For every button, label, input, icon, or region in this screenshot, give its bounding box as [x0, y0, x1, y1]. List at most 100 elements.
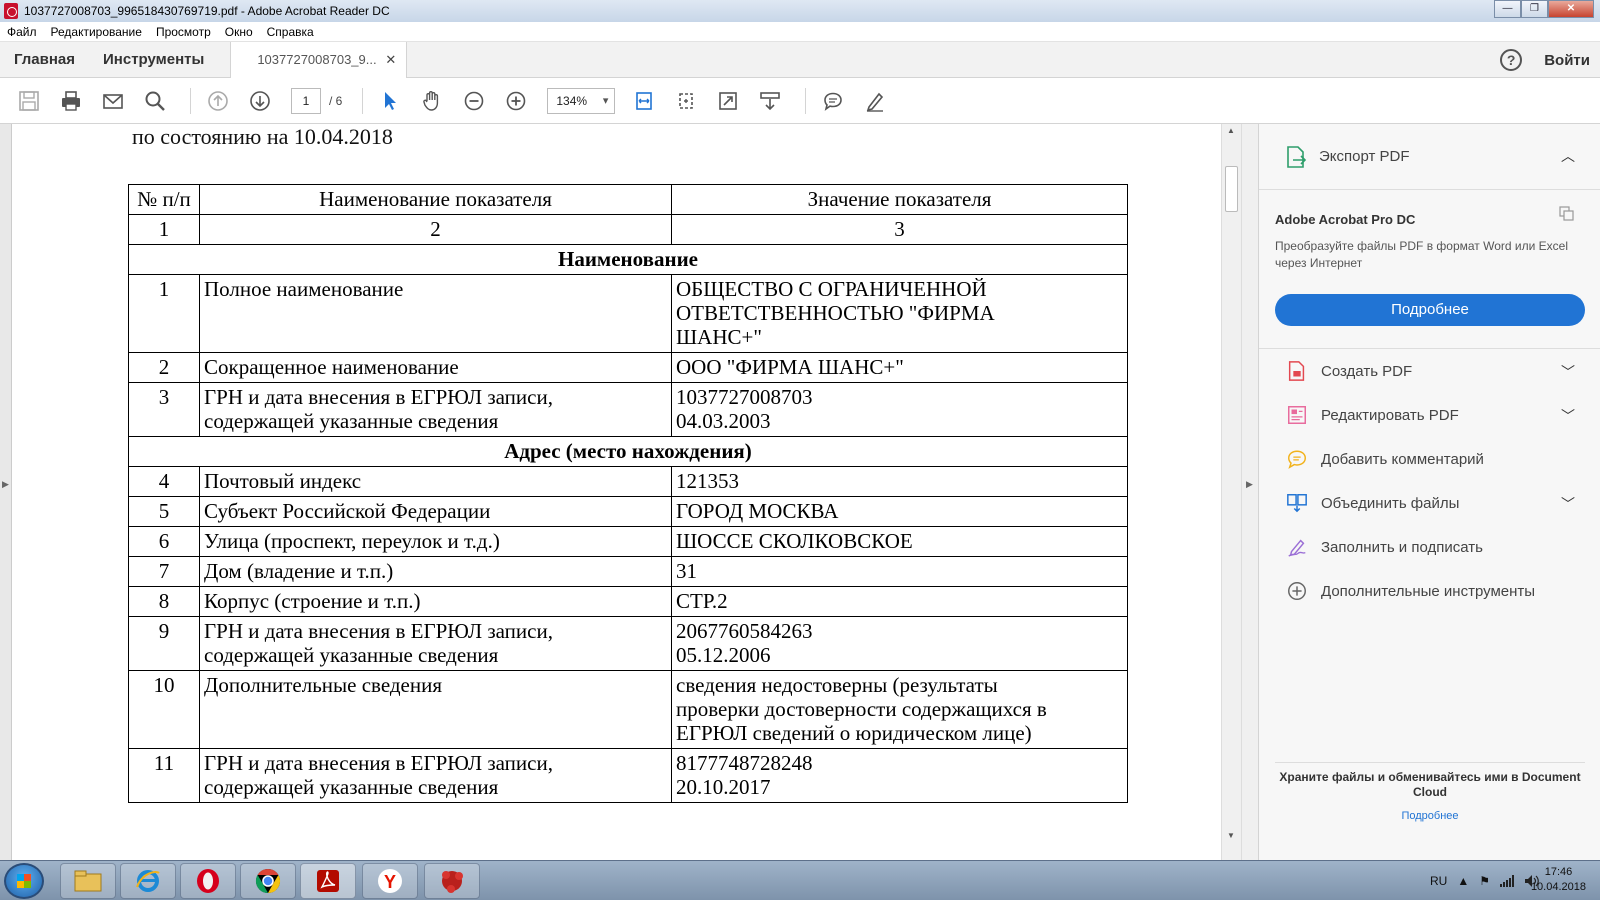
draw-sign-icon[interactable] [858, 84, 892, 118]
learn-more-button[interactable]: Подробнее [1275, 294, 1585, 326]
comment-icon [1285, 447, 1309, 471]
next-page-icon[interactable] [243, 84, 277, 118]
opera-icon[interactable] [180, 863, 236, 899]
title-bar: 1037727008703_996518430769719.pdf - Adob… [0, 0, 1600, 22]
export-pdf-label: Экспорт PDF [1319, 148, 1410, 165]
rotate-view-icon[interactable] [669, 84, 703, 118]
zoom-out-icon[interactable] [457, 84, 491, 118]
tool-add-comment[interactable]: Добавить комментарий [1259, 437, 1600, 481]
table-row: 2 Сокращенное наименование ООО "ФИРМА ША… [128, 352, 1128, 383]
language-indicator[interactable]: RU [1430, 874, 1447, 888]
tray-overflow-icon[interactable]: ▲ [1457, 874, 1469, 888]
signin-button[interactable]: Войти [1544, 52, 1590, 69]
yandex-browser-icon[interactable]: Y [362, 863, 418, 899]
more-tools-icon [1285, 579, 1309, 603]
header-value: Значение показателя [671, 184, 1128, 215]
network-signal-icon[interactable] [1500, 875, 1514, 887]
tool-edit-pdf[interactable]: Редактировать PDF ﹀ [1259, 393, 1600, 437]
scroll-down-icon[interactable]: ▼ [1227, 831, 1235, 840]
close-tab-icon[interactable]: ✕ [385, 52, 396, 68]
print-icon[interactable] [54, 84, 88, 118]
save-icon[interactable] [12, 84, 46, 118]
start-button[interactable] [4, 863, 44, 899]
row-value: ООО "ФИРМА ШАНС+" [671, 352, 1128, 383]
row-num: 2 [128, 352, 200, 383]
header-num: № п/п [128, 184, 200, 215]
row-num: 4 [128, 466, 200, 497]
tool-combine-files[interactable]: Объединить файлы ﹀ [1259, 481, 1600, 525]
previous-page-icon[interactable] [201, 84, 235, 118]
document-view[interactable]: ▶ по состоянию на 10.04.2018 № п/п Наиме… [0, 124, 1258, 860]
tab-home[interactable]: Главная [0, 51, 89, 68]
index-num: 1 [128, 214, 200, 245]
action-center-flag-icon[interactable]: ⚑ [1479, 874, 1490, 888]
chrome-icon[interactable] [240, 863, 296, 899]
export-pdf-icon [1287, 145, 1307, 168]
acrobat-reader-icon[interactable] [300, 863, 356, 899]
row-value: сведения недостоверны (результаты провер… [671, 670, 1128, 749]
scroll-up-icon[interactable]: ▲ [1227, 126, 1235, 135]
tool-label: Заполнить и подписать [1321, 538, 1483, 556]
row-value: 1037727008703 04.03.2003 [671, 382, 1128, 437]
row-name: Дом (владение и т.п.) [199, 556, 672, 587]
row-num: 1 [128, 274, 200, 353]
system-clock[interactable]: 17:46 10.04.2018 [1531, 865, 1586, 895]
email-icon[interactable] [96, 84, 130, 118]
full-screen-icon[interactable] [711, 84, 745, 118]
edit-pdf-icon [1285, 403, 1309, 427]
minimize-button[interactable]: — [1494, 0, 1521, 18]
copy-icon[interactable] [1559, 206, 1575, 222]
hand-tool-icon[interactable] [415, 84, 449, 118]
menu-file[interactable]: Файл [0, 25, 44, 39]
tab-bar: Главная Инструменты 1037727008703_9... ✕… [0, 41, 1600, 78]
chevron-up-icon[interactable]: ︿ [1561, 146, 1575, 166]
tab-tools[interactable]: Инструменты [89, 51, 218, 68]
zoom-in-icon[interactable] [499, 84, 533, 118]
select-cursor-icon[interactable] [373, 84, 407, 118]
chevron-down-icon[interactable]: ﹀ [1561, 406, 1575, 426]
row-num: 9 [128, 616, 200, 671]
right-panel-toggle[interactable]: ▶ [1241, 124, 1258, 860]
row-value: СТР.2 [671, 586, 1128, 617]
table-row: 9 ГРН и дата внесения в ЕГРЮЛ записи, со… [128, 616, 1128, 671]
pdf-page: по состоянию на 10.04.2018 № п/п Наимено… [12, 124, 1233, 860]
fill-sign-icon [1285, 535, 1309, 559]
tool-label: Объединить файлы [1321, 494, 1460, 512]
document-cloud-link[interactable]: Подробнее [1275, 810, 1585, 822]
chevron-down-icon[interactable]: ﹀ [1561, 494, 1575, 514]
close-window-button[interactable]: ✕ [1548, 0, 1594, 18]
left-panel-toggle[interactable]: ▶ [0, 124, 12, 860]
row-value: ГОРОД МОСКВА [671, 496, 1128, 527]
help-icon[interactable]: ? [1500, 49, 1523, 71]
comment-icon[interactable] [816, 84, 850, 118]
chevron-down-icon[interactable]: ﹀ [1561, 362, 1575, 382]
tool-more-tools[interactable]: Дополнительные инструменты [1259, 569, 1600, 613]
menu-window[interactable]: Окно [218, 25, 260, 39]
page-number-input[interactable]: 1 [291, 87, 321, 114]
scrollbar-thumb[interactable] [1225, 166, 1238, 212]
row-value: ШОССЕ СКОЛКОВСКОЕ [671, 526, 1128, 557]
tab-document[interactable]: 1037727008703_9... ✕ [230, 41, 408, 78]
menu-edit[interactable]: Редактирование [44, 25, 149, 39]
svg-text:Y: Y [384, 872, 396, 892]
window-controls: — ❐ ✕ [1494, 0, 1594, 18]
row-name: ГРН и дата внесения в ЕГРЮЛ записи, соде… [199, 748, 672, 803]
export-pdf-tool[interactable]: Экспорт PDF ︿ [1259, 124, 1600, 190]
tool-fill-sign[interactable]: Заполнить и подписать [1259, 525, 1600, 569]
fit-page-icon[interactable] [627, 84, 661, 118]
table-index-row: 1 2 3 [128, 214, 1128, 245]
explorer-icon[interactable] [60, 863, 116, 899]
row-num: 6 [128, 526, 200, 557]
vertical-scrollbar[interactable]: ▲ ▼ [1221, 124, 1241, 860]
scroll-mode-icon[interactable] [753, 84, 787, 118]
maximize-button[interactable]: ❐ [1521, 0, 1548, 18]
menu-help[interactable]: Справка [260, 25, 321, 39]
internet-explorer-icon[interactable] [120, 863, 176, 899]
app-icon[interactable] [424, 863, 480, 899]
table-row: 7 Дом (владение и т.п.) 31 [128, 556, 1128, 587]
zoom-level-select[interactable]: 134% [547, 87, 616, 114]
row-name: Субъект Российской Федерации [199, 496, 672, 527]
menu-view[interactable]: Просмотр [149, 25, 218, 39]
tool-create-pdf[interactable]: Создать PDF ﹀ [1259, 349, 1600, 393]
search-icon[interactable] [138, 84, 172, 118]
